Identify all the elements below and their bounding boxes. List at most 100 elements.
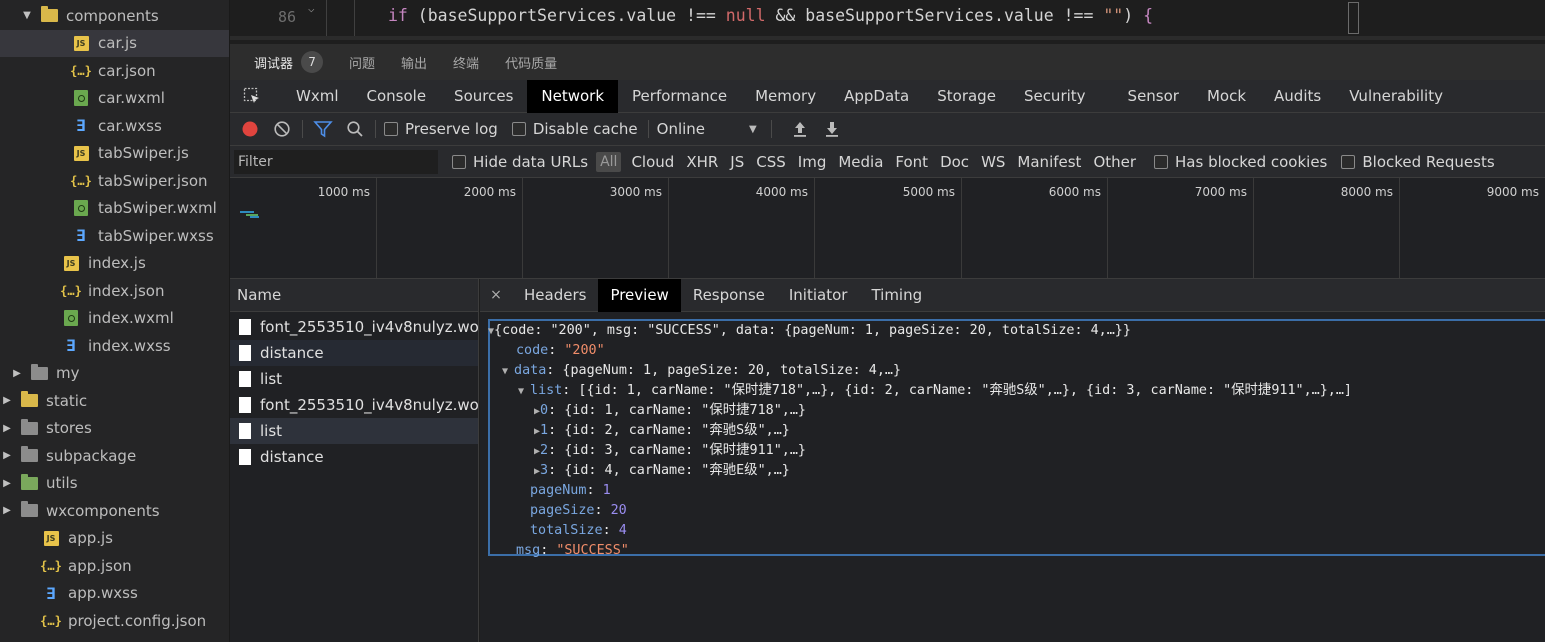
tab-vulnerability[interactable]: Vulnerability [1335, 80, 1457, 113]
preserve-log-checkbox[interactable]: Preserve log [384, 120, 498, 138]
checkbox-box[interactable] [452, 154, 466, 169]
json-list-item-row[interactable]: ▶2: {id: 3, carName: "保时捷911",…} [534, 441, 806, 461]
search-icon[interactable] [343, 117, 367, 141]
tab-memory[interactable]: Memory [741, 80, 830, 113]
blocked-requests-checkbox[interactable]: Blocked Requests [1341, 153, 1495, 171]
tree-item-tabswiper-wxss[interactable]: ∃ tabSwiper.wxss [0, 222, 229, 250]
tab-sensor[interactable]: Sensor [1114, 80, 1193, 113]
filter-type-font[interactable]: Font [895, 153, 928, 171]
json-root-row[interactable]: ▼{code: "200", msg: "SUCCESS", data: {pa… [488, 321, 1131, 341]
code-line[interactable]: if (baseSupportServices.value !== null &… [388, 6, 1153, 25]
tab-headers[interactable]: Headers [512, 279, 598, 312]
has-blocked-cookies-checkbox[interactable]: Has blocked cookies [1154, 153, 1327, 171]
filter-type-manifest[interactable]: Manifest [1017, 153, 1081, 171]
chevron-right-icon[interactable]: ▶ [0, 450, 14, 461]
tree-item-static[interactable]: ▶ static [0, 387, 229, 415]
checkbox-box[interactable] [511, 122, 526, 136]
chevron-right-icon[interactable]: ▶ [0, 505, 14, 516]
tree-item-index-json[interactable]: {…} index.json [0, 277, 229, 305]
devtools-tab-3[interactable]: 终端 [453, 44, 479, 80]
tree-item-components[interactable]: ▼ components [0, 2, 229, 30]
tab-sources[interactable]: Sources [440, 80, 527, 113]
tab-timing[interactable]: Timing [859, 279, 934, 312]
tree-item-car-wxml[interactable]: car.wxml [0, 85, 229, 113]
filter-input[interactable] [234, 149, 438, 174]
json-row-list[interactable]: ▼ list: [{id: 1, carName: "保时捷718",…}, {… [518, 381, 1352, 401]
record-icon[interactable] [238, 117, 262, 141]
checkbox-box[interactable] [1341, 154, 1356, 169]
tree-item-index-wxss[interactable]: ∃ index.wxss [0, 332, 229, 360]
expanded-triangle-icon[interactable]: ▼ [518, 386, 530, 397]
tree-item-my[interactable]: ▶ my [0, 360, 229, 388]
request-row[interactable]: font_2553510_iv4v8nulyz.woff… [230, 392, 478, 418]
tree-item-car-js[interactable]: JS car.js [0, 29, 229, 57]
tab-wxml[interactable]: Wxml [282, 80, 353, 113]
filter-type-all[interactable]: All [596, 151, 622, 172]
expanded-triangle-icon[interactable]: ▼ [502, 366, 514, 377]
tree-item-tabswiper-json[interactable]: {…} tabSwiper.json [0, 167, 229, 195]
tree-item-app-wxss[interactable]: ∃ app.wxss [0, 580, 229, 608]
fold-chevron-icon[interactable]: ⌵ [308, 2, 315, 15]
network-timeline-overview[interactable]: 1000 ms 2000 ms 3000 ms 4000 ms 5000 ms 6000 … [230, 178, 1545, 279]
filter-type-img[interactable]: Img [798, 153, 827, 171]
tab-console[interactable]: Console [353, 80, 441, 113]
filter-type-css[interactable]: CSS [756, 153, 786, 171]
chevron-right-icon[interactable]: ▶ [0, 395, 14, 406]
filter-type-ws[interactable]: WS [981, 153, 1005, 171]
chevron-right-icon[interactable]: ▶ [0, 478, 14, 489]
request-row[interactable]: distance [230, 444, 478, 470]
import-har-icon[interactable] [788, 117, 812, 141]
filter-type-other[interactable]: Other [1093, 153, 1136, 171]
tree-item-app-json[interactable]: {…} app.json [0, 552, 229, 580]
tree-item-index-wxml[interactable]: index.wxml [0, 305, 229, 333]
json-list-item-row[interactable]: ▶3: {id: 4, carName: "奔驰E级",…} [534, 461, 790, 481]
throttle-select[interactable]: Online ▼ [657, 120, 757, 138]
filter-type-xhr[interactable]: XHR [686, 153, 718, 171]
close-icon[interactable]: × [480, 287, 512, 303]
tree-item-utils[interactable]: ▶ utils [0, 470, 229, 498]
tree-item-app-js[interactable]: JS app.js [0, 525, 229, 553]
hide-data-urls-checkbox[interactable]: Hide data URLs [452, 153, 588, 171]
chevron-right-icon[interactable]: ▶ [0, 423, 14, 434]
tab-preview[interactable]: Preview [598, 278, 681, 312]
json-list-item-row[interactable]: ▶0: {id: 1, carName: "保时捷718",…} [534, 401, 806, 421]
devtools-tab-1[interactable]: 问题 [349, 44, 375, 80]
filter-type-doc[interactable]: Doc [940, 153, 969, 171]
tab-audits[interactable]: Audits [1260, 80, 1335, 113]
tree-item-car-wxss[interactable]: ∃ car.wxss [0, 112, 229, 140]
filter-icon[interactable] [311, 117, 335, 141]
devtools-tab-2[interactable]: 输出 [401, 44, 427, 80]
tree-item-tabswiper-js[interactable]: JS tabSwiper.js [0, 140, 229, 168]
export-har-icon[interactable] [820, 117, 844, 141]
tree-item-subpackage[interactable]: ▶ subpackage [0, 442, 229, 470]
filter-type-cloud[interactable]: Cloud [631, 153, 674, 171]
tree-item-car-json[interactable]: {…} car.json [0, 57, 229, 85]
devtools-tab-4[interactable]: 代码质量 [505, 44, 557, 80]
filter-type-js[interactable]: JS [730, 153, 744, 171]
tab-response[interactable]: Response [681, 279, 777, 312]
request-row[interactable]: distance [230, 340, 478, 366]
tree-item-tabswiper-wxml[interactable]: tabSwiper.wxml [0, 195, 229, 223]
request-row[interactable]: list [230, 366, 478, 392]
tab-network[interactable]: Network [527, 79, 619, 113]
request-row[interactable]: font_2553510_iv4v8nulyz.woff… [230, 314, 478, 340]
json-row-data[interactable]: ▼ data: {pageNum: 1, pageSize: 20, total… [502, 361, 901, 381]
tree-item-project-config-json[interactable]: {…} project.config.json [0, 607, 229, 635]
clear-icon[interactable] [270, 117, 294, 141]
tree-item-wxcomponents[interactable]: ▶ wxcomponents [0, 497, 229, 525]
checkbox-box[interactable] [1154, 154, 1169, 169]
tab-appdata[interactable]: AppData [830, 80, 923, 113]
tab-performance[interactable]: Performance [618, 80, 741, 113]
json-list-item-row[interactable]: ▶1: {id: 2, carName: "奔驰S级",…} [534, 421, 790, 441]
code-editor[interactable]: 86 ⌵ if (baseSupportServices.value !== n… [230, 0, 1545, 40]
chevron-down-icon[interactable]: ▼ [20, 10, 34, 21]
tree-item-index-js[interactable]: JS index.js [0, 250, 229, 278]
devtools-tab-0[interactable]: 调试器 7 [254, 44, 324, 80]
tree-item-stores[interactable]: ▶ stores [0, 415, 229, 443]
tab-security[interactable]: Security [1010, 80, 1100, 113]
inspect-element-icon[interactable] [236, 80, 268, 113]
chevron-right-icon[interactable]: ▶ [10, 368, 24, 379]
name-column-header[interactable]: Name [230, 279, 478, 312]
request-row[interactable]: list [230, 418, 478, 444]
checkbox-box[interactable] [384, 122, 398, 136]
